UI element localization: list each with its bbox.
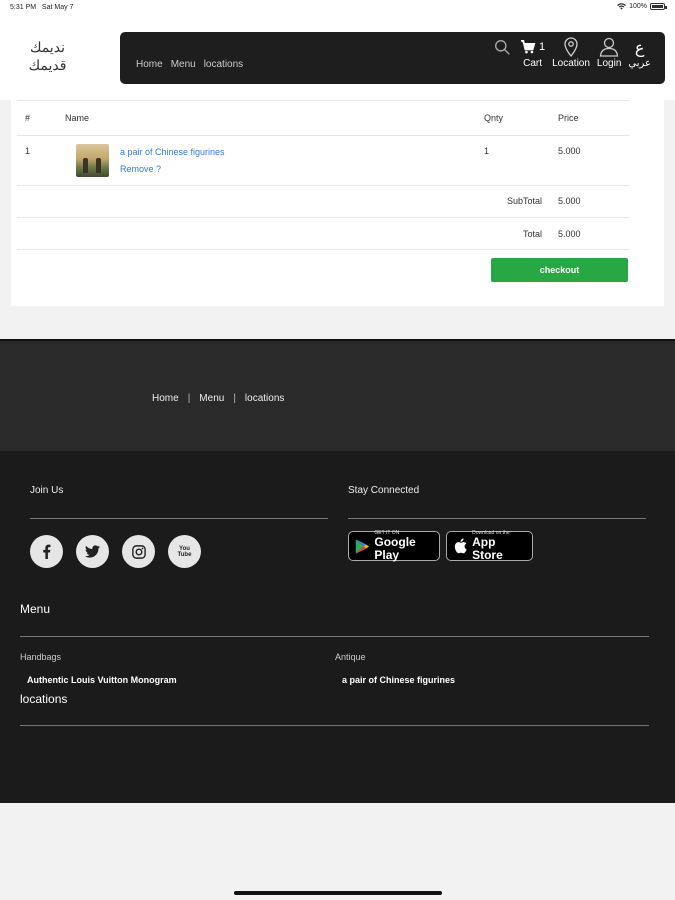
nav-links: Home Menu locations: [136, 59, 243, 70]
category-handbags[interactable]: Handbags: [20, 652, 61, 662]
wifi-icon: [617, 3, 626, 10]
location-pin-icon: [564, 37, 578, 57]
login-label: Login: [596, 58, 622, 69]
product-link[interactable]: Authentic Louis Vuitton Monogram: [27, 675, 177, 685]
user-icon: [599, 37, 619, 57]
site-header: نديمك قديمك Home Menu locations 1 Cart L…: [0, 17, 675, 100]
site-logo[interactable]: نديمك قديمك: [20, 39, 75, 75]
cart-count: 1: [538, 41, 546, 53]
status-time: 5:31 PM Sat May 7: [10, 4, 74, 11]
footer-links: Home | Menu | locations: [152, 393, 284, 404]
col-index: #: [25, 113, 31, 123]
footer-link-home[interactable]: Home: [152, 393, 179, 404]
footer-link-locations[interactable]: locations: [245, 393, 284, 404]
col-name: Name: [65, 113, 90, 123]
product-link[interactable]: a pair of Chinese figurines: [342, 675, 455, 685]
status-right: 100%: [617, 3, 667, 10]
status-bar: 5:31 PM Sat May 7 100%: [0, 0, 675, 17]
language-icon: ع: [634, 37, 645, 57]
cart-button[interactable]: 1 Cart: [520, 36, 545, 69]
divider: [348, 518, 646, 519]
nav-icons: 1 Cart Location Login ع عربي: [493, 36, 651, 69]
footer-nav-band: Home | Menu | locations: [0, 339, 675, 451]
cart-table-header: # Name Qnty Price: [17, 100, 630, 136]
item-price: 5.000: [558, 146, 581, 156]
site-footer: Join Us Stay Connected You Tube GET IT O…: [0, 451, 675, 803]
location-label: Location: [552, 58, 590, 69]
subtotal-label: SubTotal: [506, 196, 542, 206]
home-indicator: [234, 891, 442, 895]
facebook-icon: [43, 544, 51, 559]
battery-icon: [650, 3, 667, 10]
divider: [30, 518, 328, 519]
total-row: Total 5.000: [17, 218, 630, 250]
cart-card: # Name Qnty Price 1 a pair of Chinese fi…: [11, 100, 664, 306]
divider: [20, 725, 649, 726]
apple-icon: [454, 538, 467, 554]
twitter-icon: [85, 545, 100, 558]
stay-connected-heading: Stay Connected: [348, 485, 420, 496]
facebook-button[interactable]: [30, 535, 63, 568]
item-index: 1: [25, 146, 31, 156]
footer-separator: |: [187, 393, 191, 404]
total-label: Total: [522, 229, 542, 239]
footer-locations-heading[interactable]: locations: [20, 692, 67, 706]
footer-menu-heading: Menu: [20, 602, 51, 616]
login-button[interactable]: Login: [597, 36, 621, 69]
cart-label: Cart: [523, 58, 542, 69]
language-label: عربي: [628, 58, 651, 69]
search-icon: [495, 39, 511, 55]
subtotal-row: SubTotal 5.000: [17, 186, 630, 218]
join-us-heading: Join Us: [30, 485, 64, 496]
nav-menu[interactable]: Menu: [171, 59, 196, 70]
col-price: Price: [558, 113, 579, 123]
subtotal-value: 5.000: [558, 196, 581, 206]
divider: [20, 636, 649, 637]
total-value: 5.000: [558, 229, 581, 239]
table-row: 1 a pair of Chinese figurines Remove ? 1…: [17, 136, 630, 186]
col-qty: Qnty: [484, 113, 504, 123]
cart-icon: [520, 40, 536, 54]
product-thumbnail[interactable]: [76, 144, 109, 177]
youtube-icon: You Tube: [177, 545, 192, 558]
app-store-badge[interactable]: Download on the App Store: [446, 530, 533, 562]
instagram-icon: [131, 544, 146, 559]
twitter-button[interactable]: [76, 535, 109, 568]
google-play-badge[interactable]: GET IT ON Google Play: [348, 530, 440, 562]
navbar: Home Menu locations 1 Cart Location Logi…: [120, 32, 665, 84]
item-qty: 1: [484, 146, 490, 156]
google-play-icon: [355, 538, 369, 554]
nav-home[interactable]: Home: [136, 59, 163, 70]
footer-separator: |: [233, 393, 236, 404]
category-antique[interactable]: Antique: [335, 652, 366, 662]
language-button[interactable]: ع عربي: [628, 36, 651, 70]
social-links: You Tube: [30, 535, 201, 568]
app-store-big: App Store: [472, 535, 503, 562]
youtube-button[interactable]: You Tube: [168, 535, 201, 568]
location-button[interactable]: Location: [552, 36, 590, 69]
google-play-big: Google Play: [374, 535, 416, 562]
remove-link[interactable]: Remove ?: [120, 164, 161, 174]
nav-locations[interactable]: locations: [204, 59, 243, 70]
search-button[interactable]: [493, 36, 513, 58]
footer-link-menu[interactable]: Menu: [199, 393, 224, 404]
cart-table: # Name Qnty Price 1 a pair of Chinese fi…: [17, 100, 630, 282]
battery-percent: 100%: [629, 3, 647, 10]
item-name-link[interactable]: a pair of Chinese figurines: [120, 147, 225, 157]
instagram-button[interactable]: [122, 535, 155, 568]
checkout-button[interactable]: checkout: [491, 258, 628, 282]
